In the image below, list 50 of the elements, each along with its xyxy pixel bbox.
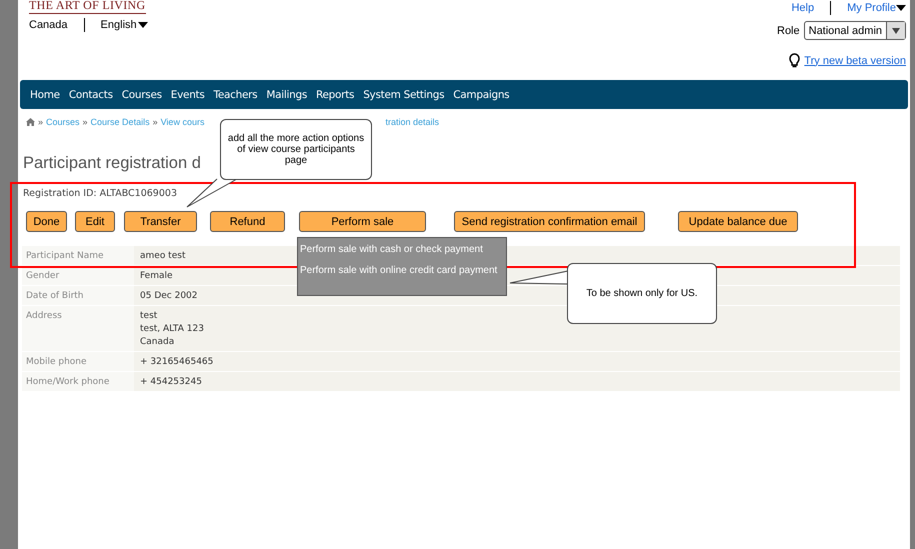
field-value: test, ALTA 123 (140, 324, 204, 334)
nav-link[interactable]: Mailings (266, 88, 307, 100)
lightbulb-icon (789, 53, 800, 68)
action-button[interactable]: Update balance due (678, 211, 798, 232)
header-link[interactable]: Help (791, 2, 814, 14)
nav-link[interactable]: Reports (316, 88, 354, 100)
field-label: Home/Work phone (22, 372, 134, 391)
field-value: Canada (140, 337, 176, 347)
field-value: + 454253245 (140, 377, 202, 387)
field-value: ameo test (140, 251, 186, 261)
nav-link[interactable]: Teachers (214, 88, 258, 100)
caret-icon (896, 5, 906, 11)
annotation-callout: add all the more action options of view course participants page (220, 119, 372, 180)
action-button[interactable]: Perform sale (299, 211, 426, 232)
action-button[interactable]: Send registration confirmation email (454, 211, 645, 232)
beta-link[interactable]: Try new beta version (804, 54, 906, 66)
annotation-callout: To be shown only for US. (567, 263, 717, 324)
logo: THE ART OF LIVING (29, 0, 146, 14)
field-value: 05 Dec 2002 (140, 291, 198, 301)
breadcrumb-separator: » (152, 117, 158, 127)
page-title: Participant registration d (23, 154, 201, 173)
caret-icon (138, 22, 148, 28)
breadcrumb-separator: » (82, 117, 88, 127)
caret-icon (892, 28, 900, 34)
field-value: test (140, 311, 158, 321)
role-select[interactable]: National admin (804, 21, 906, 40)
role-label: Role (777, 24, 800, 36)
registration-id: Registration ID: ALTABC1069003 (23, 188, 178, 199)
action-button[interactable]: Transfer (124, 211, 197, 232)
nav-link[interactable]: Contacts (68, 88, 113, 100)
nav-link[interactable]: Events (170, 88, 205, 100)
action-button[interactable]: Refund (210, 211, 285, 232)
callout-pointer (187, 179, 239, 209)
field-value: + 32165465465 (140, 357, 214, 367)
language-dropdown[interactable]: English (100, 19, 148, 31)
field-label: Mobile phone (22, 352, 134, 371)
header-link[interactable]: My Profile (847, 2, 906, 14)
home-icon[interactable] (26, 118, 35, 126)
country-label: Canada (29, 19, 68, 31)
nav-link[interactable]: System Settings (363, 88, 444, 100)
action-button[interactable]: Done (26, 211, 67, 232)
field-label: Participant Name (22, 246, 134, 265)
breadcrumb-separator: » (38, 117, 44, 127)
nav-link[interactable]: Home (30, 88, 60, 100)
action-button[interactable]: Edit (75, 211, 115, 232)
nav-link[interactable]: Campaigns (453, 88, 510, 100)
field-label: Date of Birth (22, 286, 134, 305)
nav-link[interactable]: Courses (122, 88, 162, 100)
field-value: Female (140, 271, 173, 281)
field-label: Address (22, 306, 134, 351)
